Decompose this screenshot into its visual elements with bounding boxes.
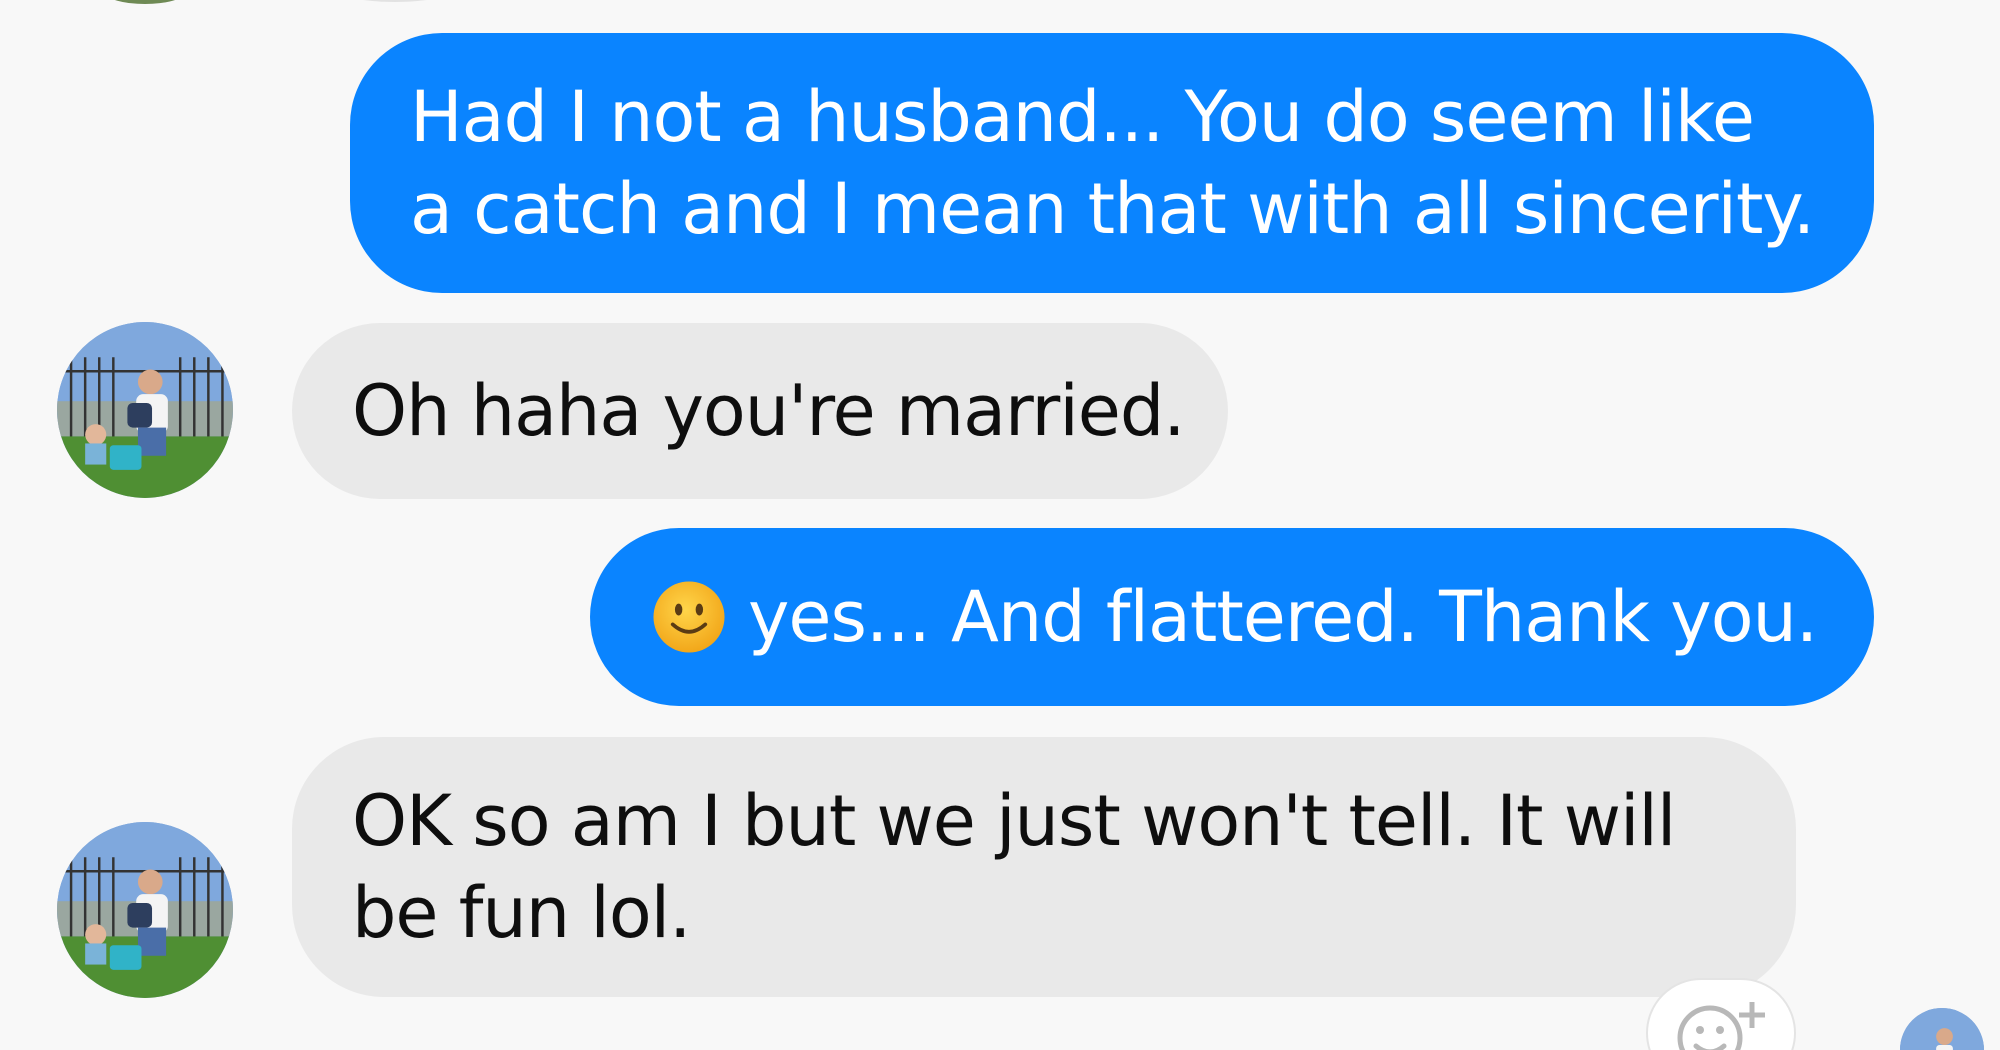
outgoing-message-bubble[interactable]: Had I not a husband... You do seem like …	[350, 33, 1874, 293]
message-line: be fun lol.	[352, 872, 691, 954]
message-line: Had I not a husband... You do seem like	[410, 76, 1755, 158]
contact-avatar[interactable]	[57, 822, 233, 998]
slightly-smiling-face-icon	[653, 581, 725, 653]
add-reaction-button[interactable]	[1646, 978, 1796, 1050]
previous-bubble-peek	[340, 0, 450, 2]
message-line: OK so am I but we just won't tell. It wi…	[352, 780, 1676, 862]
contact-avatar[interactable]	[57, 322, 233, 498]
outgoing-message-bubble[interactable]: yes... And flattered. Thank you.	[590, 528, 1874, 706]
avatar-photo	[1900, 1008, 1984, 1050]
incoming-message-bubble[interactable]: Oh haha you're married.	[292, 323, 1228, 499]
add-reaction-icon	[1677, 1002, 1765, 1050]
previous-avatar-peek	[106, 0, 184, 4]
message-content: yes... And flattered. Thank you.	[652, 571, 1874, 663]
message-thread: Had I not a husband... You do seem like …	[0, 0, 2000, 1050]
incoming-message-bubble[interactable]: OK so am I but we just won't tell. It wi…	[292, 737, 1796, 997]
message-line: Oh haha you're married.	[352, 370, 1186, 452]
message-line: a catch and I mean that with all sinceri…	[410, 168, 1815, 250]
message-line: yes... And flattered. Thank you.	[748, 576, 1818, 658]
avatar-photo	[57, 822, 233, 998]
read-receipt-avatar	[1900, 1008, 1984, 1050]
avatar-photo	[57, 322, 233, 498]
